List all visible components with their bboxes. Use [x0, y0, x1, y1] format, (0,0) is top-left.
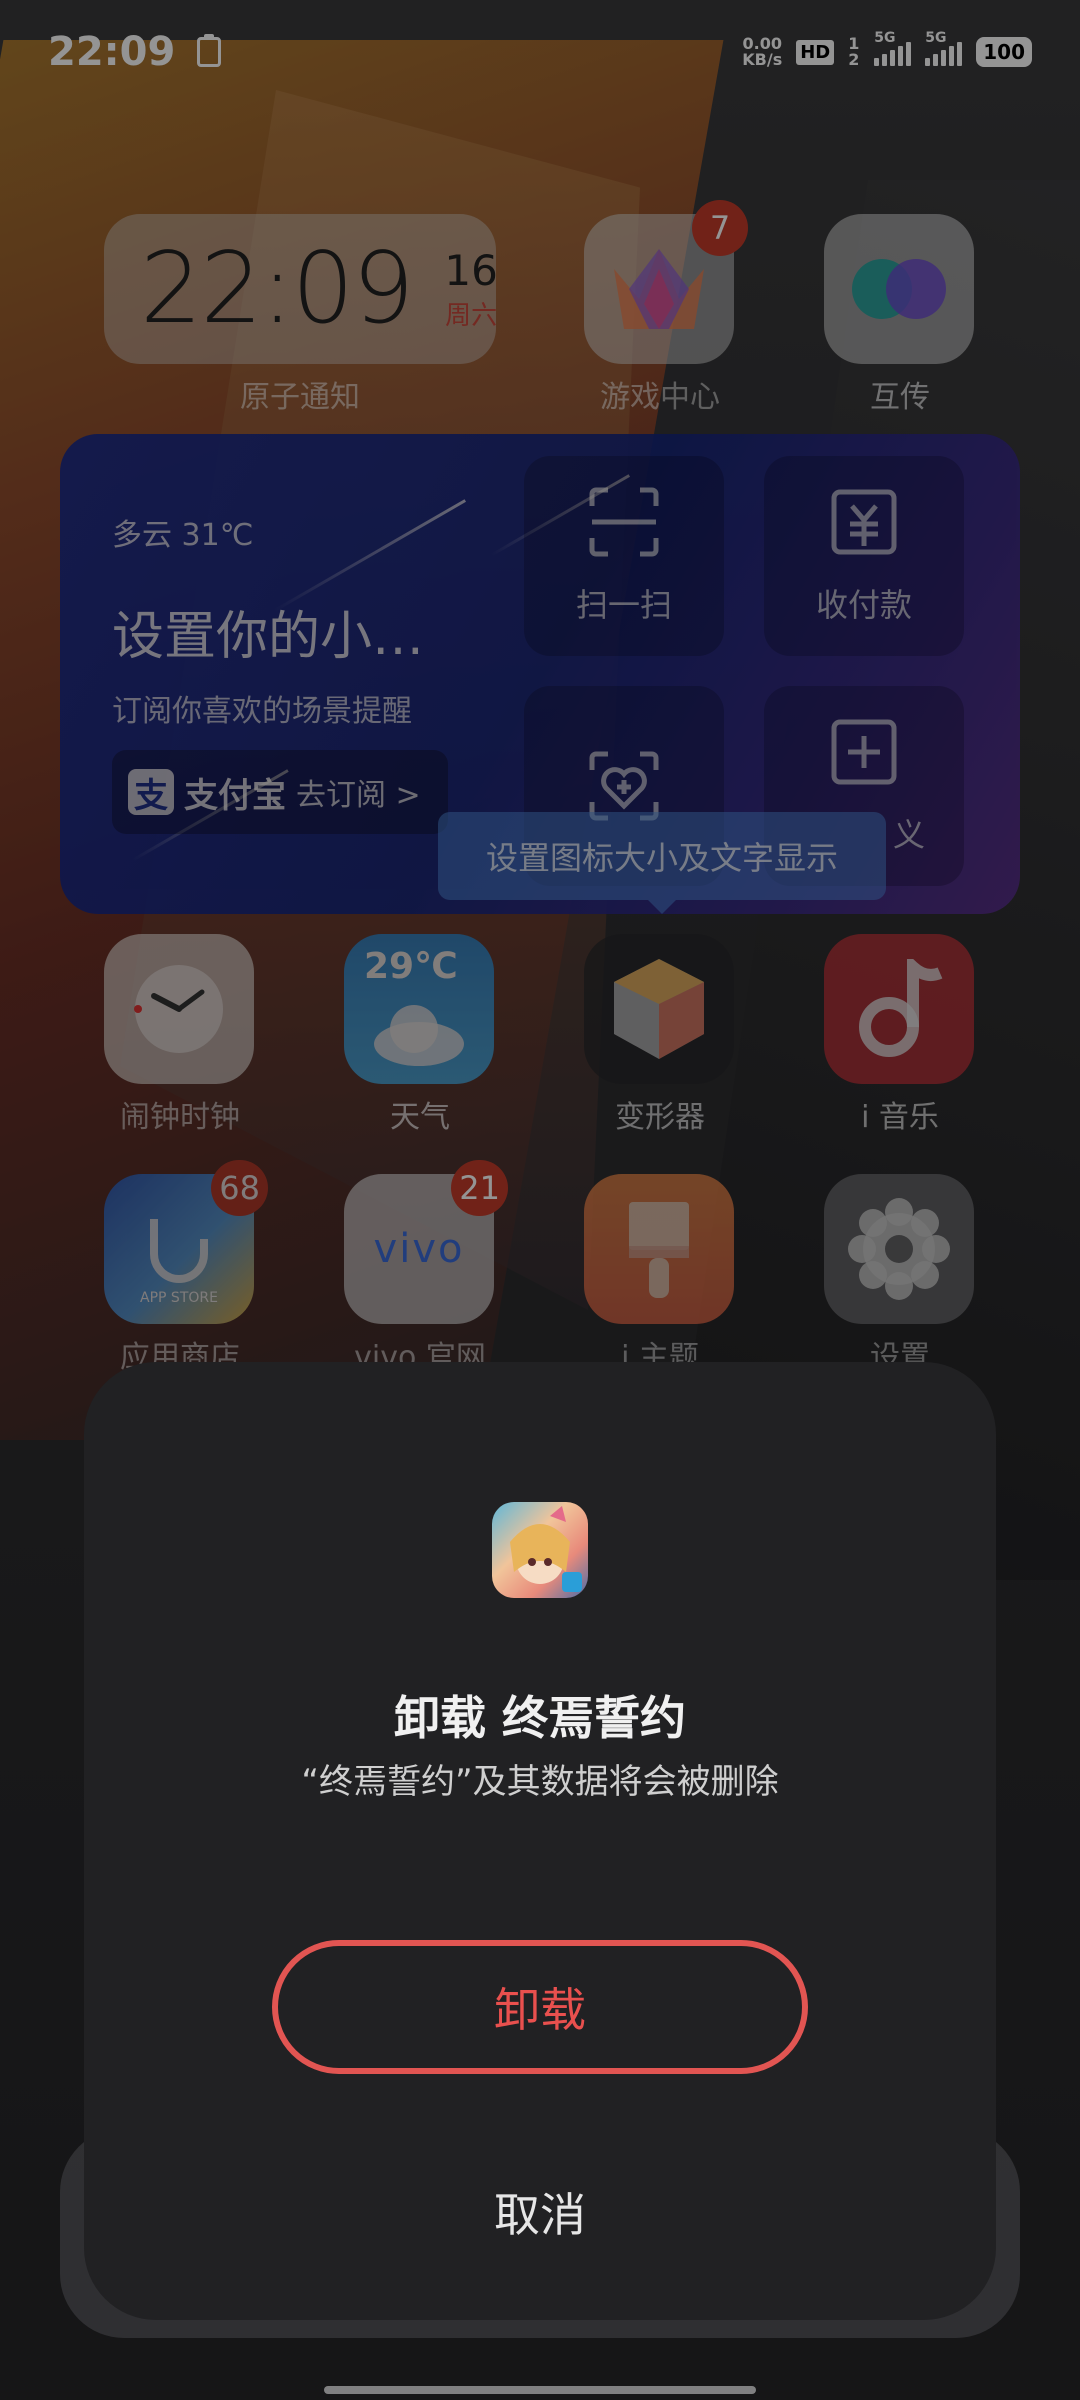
- uninstall-button[interactable]: 卸载: [272, 1940, 808, 2074]
- uninstall-dialog: 卸载 终焉誓约 “终焉誓约”及其数据将会被删除 卸载 取消: [84, 1362, 996, 2320]
- dialog-description: “终焉誓约”及其数据将会被删除: [301, 1762, 779, 1802]
- dialog-title: 卸载 终焉誓约: [393, 1691, 686, 1745]
- cancel-button[interactable]: 取消: [272, 2162, 808, 2262]
- home-indicator[interactable]: [324, 2386, 756, 2394]
- game-app-icon: [492, 1502, 588, 1598]
